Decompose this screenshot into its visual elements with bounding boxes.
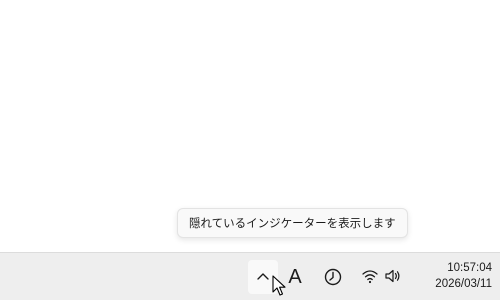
ime-mode-indicator[interactable]: A [284, 263, 306, 291]
taskbar: A 10:57:04 2026/03/11 [0, 252, 500, 300]
volume-button[interactable] [384, 268, 402, 284]
chevron-up-icon [257, 273, 269, 280]
show-hidden-icons-button[interactable] [248, 260, 278, 294]
moon-clock-icon [324, 268, 342, 286]
wifi-icon [362, 270, 378, 284]
clock[interactable]: 10:57:04 2026/03/11 [412, 261, 492, 295]
network-button[interactable] [362, 267, 378, 285]
clock-time: 10:57:04 [447, 262, 492, 274]
clock-date: 2026/03/11 [435, 278, 492, 290]
focus-assist-button[interactable] [322, 266, 344, 288]
ime-mode-label: A [288, 265, 302, 288]
tooltip-text: 隠れているインジケーターを表示します [189, 216, 396, 230]
speaker-icon [385, 269, 400, 283]
tray-tooltip: 隠れているインジケーターを表示します [177, 208, 408, 238]
